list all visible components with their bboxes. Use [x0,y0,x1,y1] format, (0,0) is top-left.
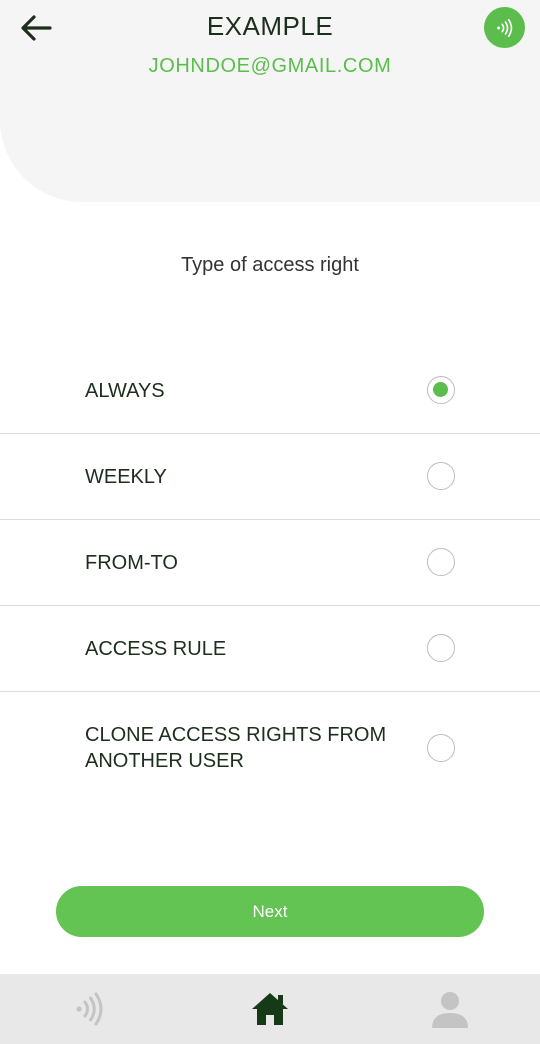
access-type-options: ALWAYS WEEKLY FROM-TO ACCESS RULE CLONE … [0,348,540,802]
nav-item-profile[interactable] [360,974,540,1044]
nav-item-nfc[interactable] [0,974,180,1044]
radio-button[interactable] [427,462,455,490]
option-label: FROM-TO [85,552,178,574]
option-clone-access-rights[interactable]: CLONE ACCESS RIGHTS FROM ANOTHER USER [0,692,540,802]
option-label: ALWAYS [85,380,165,402]
option-always[interactable]: ALWAYS [0,348,540,434]
radio-button[interactable] [427,634,455,662]
access-right-screen: EXAMPLE JOHNDOE@GMAIL.COM Type of access… [0,0,540,1044]
bottom-navigation [0,974,540,1044]
radio-button[interactable] [427,548,455,576]
nfc-signal-icon [496,18,512,37]
radio-button-checked[interactable] [427,376,455,404]
home-icon [252,993,288,1025]
page-title: EXAMPLE [206,11,334,41]
nfc-button[interactable] [484,7,525,48]
option-label: WEEKLY [85,466,167,488]
user-email: JOHNDOE@GMAIL.COM [148,55,392,77]
nav-item-home[interactable] [180,974,360,1044]
option-access-rule[interactable]: ACCESS RULE [0,606,540,692]
option-label: CLONE ACCESS RIGHTS FROM ANOTHER USER [85,724,387,772]
next-button[interactable]: Next [56,886,484,937]
user-icon [432,992,468,1028]
section-label: Type of access right [181,254,359,276]
option-from-to[interactable]: FROM-TO [0,520,540,606]
nfc-signal-icon [76,992,103,1026]
option-label: ACCESS RULE [85,638,227,660]
option-weekly[interactable]: WEEKLY [0,434,540,520]
radio-button[interactable] [427,734,455,762]
